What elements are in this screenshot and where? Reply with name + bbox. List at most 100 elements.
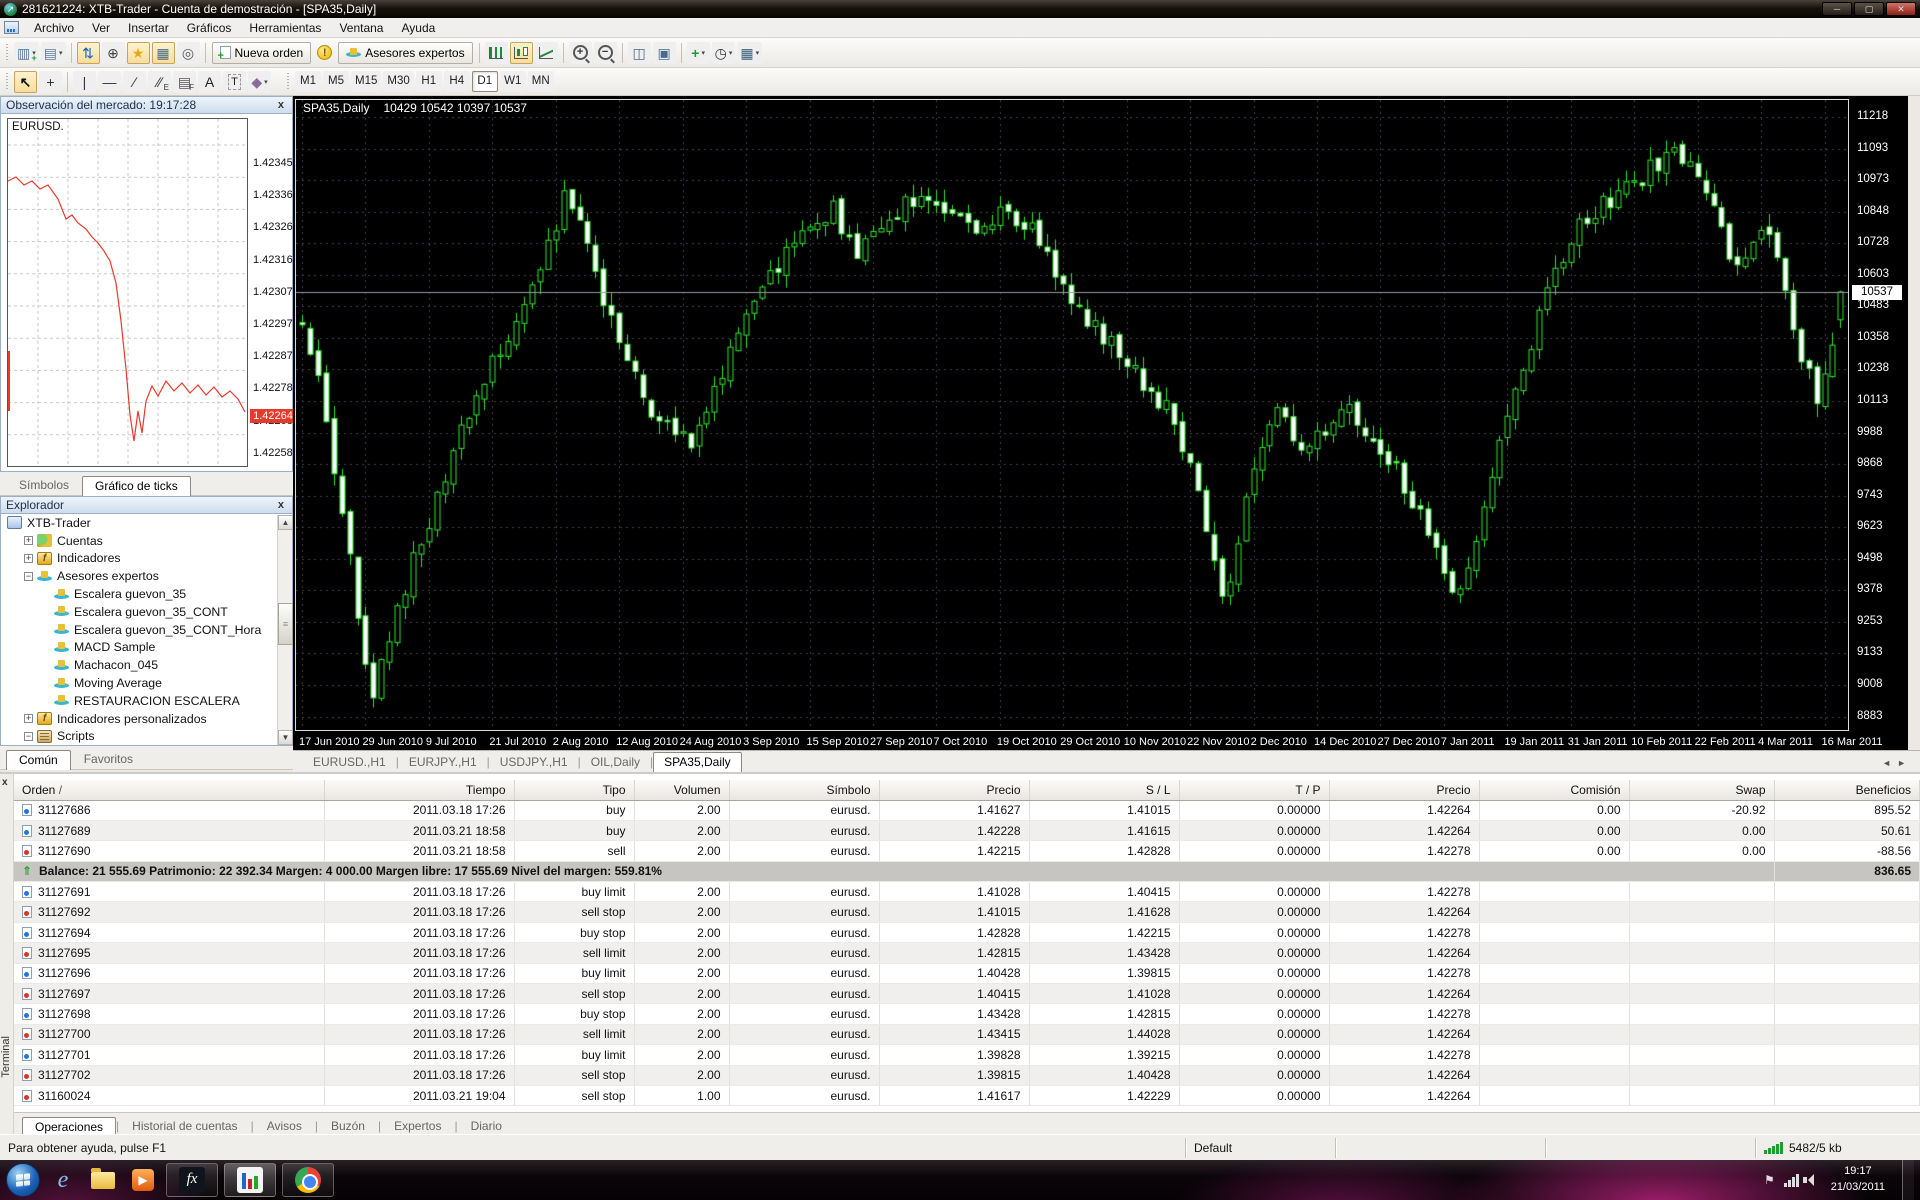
templates-button[interactable]: ▦▾ (737, 42, 762, 64)
channel-button[interactable]: ∕∕E (148, 71, 171, 93)
taskbar-metatrader-app[interactable] (224, 1163, 276, 1197)
navigator-scrollbar[interactable]: ▲ ▼ (277, 515, 292, 745)
new-order-button[interactable]: Nueva orden (212, 42, 312, 64)
chart-plot[interactable] (295, 99, 1849, 731)
column-header-beneficios[interactable]: Beneficios (1774, 780, 1920, 800)
taskbar-media-icon[interactable]: ▶ (126, 1163, 160, 1197)
timeframe-m15[interactable]: M15 (351, 71, 381, 92)
column-header-precio[interactable]: Precio (1329, 780, 1479, 800)
menu-ayuda[interactable]: Ayuda (392, 19, 444, 37)
chart-tab-eurusd-h1[interactable]: EURUSD.,H1 (303, 753, 396, 772)
label-button[interactable]: T (223, 71, 246, 93)
column-header-volumen[interactable]: Volumen (634, 780, 729, 800)
menu-herramientas[interactable]: Herramientas (240, 19, 330, 37)
tree-item-escalera-guevon-35-cont-hora[interactable]: Escalera guevon_35_CONT_Hora (1, 621, 292, 639)
timeframe-d1[interactable]: D1 (472, 71, 498, 92)
chart-line-button[interactable] (535, 42, 558, 64)
profiles-button[interactable]: ▤▾ (41, 42, 66, 64)
taskbar-chrome-app[interactable] (282, 1163, 334, 1197)
restore-button[interactable]: ▢ (1854, 2, 1884, 16)
terminal-tab-diario[interactable]: Diario (458, 1116, 515, 1136)
scroll-up-icon[interactable]: ▲ (278, 515, 293, 530)
trendline-button[interactable]: ∕ (123, 71, 146, 93)
tree-expander-icon[interactable]: + (24, 536, 33, 545)
order-row-31127689[interactable]: 311276892011.03.21 18:58buy2.00eurusd.1.… (14, 820, 1920, 840)
tree-item-xtb-trader[interactable]: XTB-Trader (1, 514, 292, 532)
tray-volume-icon[interactable] (1808, 1174, 1814, 1186)
status-profile-cell[interactable]: Default (1185, 1138, 1335, 1158)
taskbar-fx-app[interactable]: fx (166, 1163, 218, 1197)
timeframe-m1[interactable]: M1 (295, 71, 321, 92)
tree-item-escalera-guevon-35-cont[interactable]: Escalera guevon_35_CONT (1, 603, 292, 621)
order-row-31127700[interactable]: 311277002011.03.18 17:26sell limit2.00eu… (14, 1024, 1920, 1044)
chart-tab-usdjpy-h1[interactable]: USDJPY.,H1 (490, 753, 578, 772)
order-row-31127701[interactable]: 311277012011.03.18 17:26buy limit2.00eur… (14, 1045, 1920, 1065)
tray-flag-icon[interactable]: ⚑ (1764, 1173, 1775, 1187)
tree-item-scripts[interactable]: −Scripts (1, 728, 292, 746)
navigator-tab-favoritos[interactable]: Favoritos (71, 749, 146, 769)
balance-row[interactable]: ⇑Balance: 21 555.69 Patrimonio: 22 392.3… (14, 861, 1920, 881)
tree-item-moving-average[interactable]: Moving Average (1, 674, 292, 692)
tree-expander-icon[interactable]: − (24, 572, 33, 581)
tray-network-icon[interactable] (1784, 1174, 1799, 1187)
column-header-t-p[interactable]: T / P (1179, 780, 1329, 800)
timeframe-m30[interactable]: M30 (383, 71, 413, 92)
horizontal-line-button[interactable]: — (98, 71, 121, 93)
column-header-simbolo[interactable]: Símbolo (729, 780, 879, 800)
tree-item-cuentas[interactable]: +Cuentas (1, 532, 292, 550)
scroll-down-icon[interactable]: ▼ (278, 730, 293, 745)
order-row-31127702[interactable]: 311277022011.03.18 17:26sell stop2.00eur… (14, 1065, 1920, 1085)
candlestick-canvas[interactable] (296, 100, 1848, 730)
column-header-tiempo[interactable]: Tiempo (324, 780, 514, 800)
chart-tab-oil-daily[interactable]: OIL,Daily (581, 753, 650, 772)
terminal-tab-avisos[interactable]: Avisos (254, 1116, 315, 1136)
menu-insertar[interactable]: Insertar (119, 19, 178, 37)
timeframe-h4[interactable]: H4 (444, 71, 470, 92)
terminal-close-icon[interactable]: x (2, 777, 8, 788)
order-row-31127686[interactable]: 311276862011.03.18 17:26buy2.00eurusd.1.… (14, 800, 1920, 820)
chart-tab-spa35-daily[interactable]: SPA35,Daily (653, 752, 741, 772)
tabs-scroll-right-icon[interactable]: ► (1897, 758, 1906, 768)
taskbar-clock[interactable]: 19:17 21/03/2011 (1823, 1164, 1893, 1196)
column-header-orden[interactable]: Orden / (14, 780, 324, 800)
tree-item-machacon-045[interactable]: Machacon_045 (1, 656, 292, 674)
chart-window[interactable]: SPA35,Daily 10429 10542 10397 10537 1121… (293, 96, 1908, 750)
fibonacci-button[interactable]: ▤F (173, 71, 196, 93)
terminal-button[interactable]: ▦ (152, 42, 175, 64)
chart-bars-button[interactable] (485, 42, 508, 64)
toolbar-grip-2[interactable] (5, 73, 10, 91)
terminal-tab-historial-de-cuentas[interactable]: Historial de cuentas (119, 1116, 250, 1136)
chart-tab-eurjpy-h1[interactable]: EURJPY.,H1 (399, 753, 487, 772)
menu-graficos[interactable]: Gráficos (178, 19, 241, 37)
navigator-close-icon[interactable]: x (275, 499, 287, 511)
navigator-tab-comun[interactable]: Común (6, 750, 71, 770)
terminal-tab-buzon[interactable]: Buzón (318, 1116, 378, 1136)
minimize-button[interactable]: ─ (1822, 2, 1852, 16)
new-chart-button[interactable]: ▥+▾ (14, 42, 39, 64)
timeframe-m5[interactable]: M5 (323, 71, 349, 92)
chart-candles-button[interactable] (510, 42, 533, 64)
zoom-out-button[interactable]: − (594, 42, 617, 64)
column-header-tipo[interactable]: Tipo (514, 780, 634, 800)
column-header-swap[interactable]: Swap (1629, 780, 1774, 800)
order-row-31127691[interactable]: 311276912011.03.18 17:26buy limit2.00eur… (14, 882, 1920, 902)
strategy-tester-button[interactable]: ◎ (177, 42, 200, 64)
navigator-button[interactable]: ★ (127, 42, 150, 64)
orders-table-header[interactable]: Orden /TiempoTipoVolumenSímboloPrecioS /… (14, 780, 1920, 800)
tree-item-indicadores[interactable]: +fIndicadores (1, 550, 292, 568)
tree-item-indicadores-personalizados[interactable]: +fIndicadores personalizados (1, 710, 292, 728)
cascade-windows-button[interactable]: ▣ (653, 42, 676, 64)
indicators-button[interactable]: +▾ (687, 42, 710, 64)
tile-windows-button[interactable]: ◫ (628, 42, 651, 64)
alert-icon[interactable]: ! (317, 45, 332, 60)
arrows-button[interactable]: ◆▾ (248, 71, 271, 93)
timeframe-mn[interactable]: MN (528, 71, 554, 92)
order-row-31160024[interactable]: 311600242011.03.21 19:04sell stop1.00eur… (14, 1085, 1920, 1105)
tick-chart-area[interactable]: EURUSD. 1.423451.423361.423261.423161.42… (0, 114, 293, 472)
tree-expander-icon[interactable]: + (24, 554, 33, 563)
zoom-in-button[interactable]: + (569, 42, 592, 64)
order-row-31127695[interactable]: 311276952011.03.18 17:26sell limit2.00eu… (14, 943, 1920, 963)
show-desktop-button[interactable] (1902, 1160, 1914, 1200)
column-header-comision[interactable]: Comisión (1479, 780, 1629, 800)
data-window-button[interactable]: ⊕ (102, 42, 125, 64)
